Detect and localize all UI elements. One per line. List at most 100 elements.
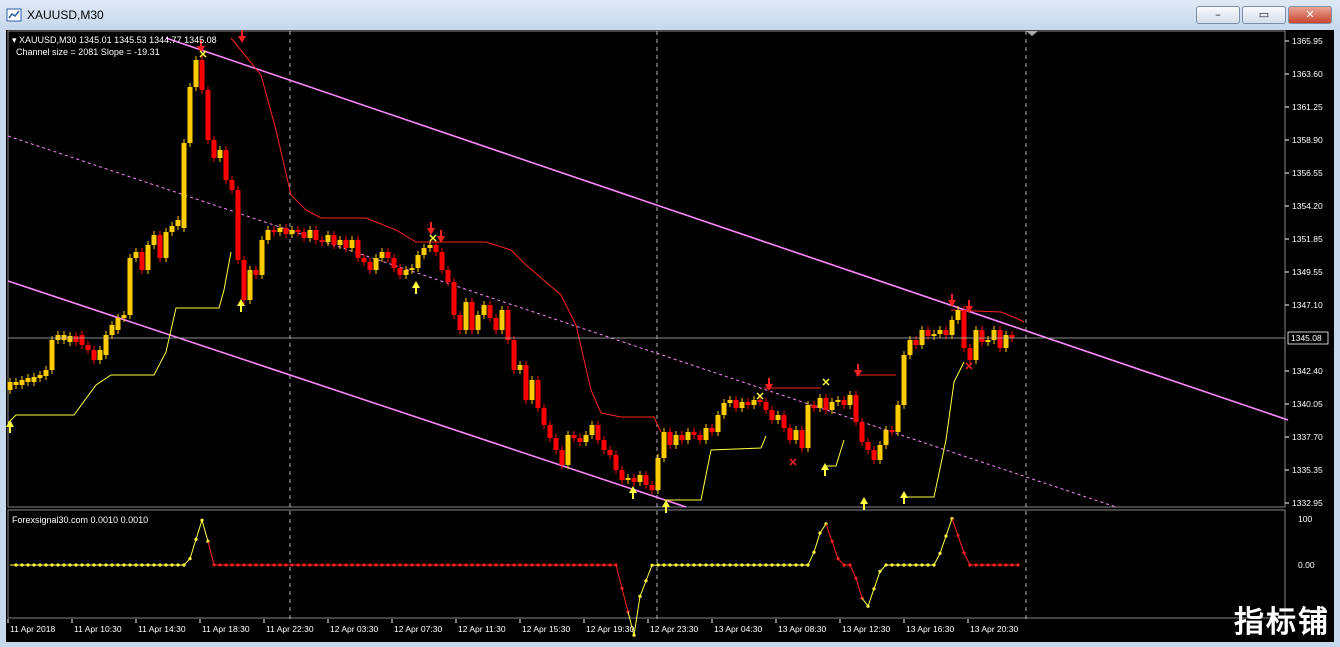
candle-body — [481, 305, 487, 315]
candle-body — [127, 258, 133, 315]
candle-body — [331, 235, 337, 245]
trail-upper-line — [230, 37, 662, 433]
candle-body — [799, 430, 805, 448]
candle-body — [133, 252, 139, 258]
candle-body — [679, 435, 685, 440]
exit-cross-icon — [965, 362, 973, 370]
candle-body — [823, 398, 829, 410]
chart-shift-marker-icon[interactable] — [1026, 31, 1038, 36]
price-axis-label: 1356.55 — [1292, 168, 1323, 178]
price-axis-label: 1354.20 — [1292, 201, 1323, 211]
candle-body — [577, 438, 583, 442]
candle-body — [871, 450, 877, 460]
candle-body — [901, 355, 907, 405]
candle-body — [847, 395, 853, 405]
time-axis-label: 13 Apr 16:30 — [906, 624, 954, 634]
price-axis-label: 1351.85 — [1292, 234, 1323, 244]
candle-body — [253, 270, 259, 275]
candle-body — [235, 190, 241, 260]
candle-body — [673, 435, 679, 445]
candle-body — [91, 350, 97, 360]
buy-arrow-icon — [821, 463, 829, 476]
candle-body — [955, 310, 961, 320]
time-axis-label: 12 Apr 19:30 — [586, 624, 634, 634]
candle-body — [523, 365, 529, 400]
candle-body — [943, 330, 949, 335]
candle-body — [793, 430, 799, 440]
candle-body — [979, 330, 985, 342]
sell-arrow-icon — [437, 230, 445, 243]
candle-body — [373, 258, 379, 270]
window-title: XAUUSD,M30 — [27, 8, 104, 22]
price-axis-label: 1347.10 — [1292, 300, 1323, 310]
time-axis-label: 13 Apr 12:30 — [842, 624, 890, 634]
candle-body — [607, 450, 613, 455]
candle-body — [559, 450, 565, 465]
candle-body — [733, 400, 739, 408]
candle-body — [721, 403, 727, 415]
minimize-button[interactable]: – — [1196, 6, 1240, 24]
price-chart[interactable]: ▾ XAUUSD,M30 1345.01 1345.53 1344.77 134… — [6, 30, 1334, 642]
candle-body — [517, 365, 523, 370]
candle-body — [685, 432, 691, 440]
price-axis: 1365.95 1363.60 1361.25 1358.90 1356.55 1354.… — [1285, 36, 1323, 508]
candle-body — [919, 330, 925, 345]
time-axis-label: 12 Apr 03:30 — [330, 624, 378, 634]
candle-body — [835, 400, 841, 402]
candle-body — [97, 350, 103, 360]
candle-body — [217, 150, 223, 158]
oscillator-segment — [933, 553, 941, 566]
candle-body — [319, 240, 325, 242]
candle-body — [505, 310, 511, 340]
restore-button[interactable]: ▭ — [1242, 6, 1286, 24]
candle-body — [187, 87, 193, 143]
candle-body — [259, 240, 265, 275]
trail-lower-line-2 — [664, 435, 767, 501]
price-axis-label: 1340.05 — [1292, 399, 1323, 409]
oscillator-group — [10, 517, 1020, 637]
candle-body — [43, 370, 49, 376]
candle-body — [463, 302, 469, 330]
oscillator-segment — [207, 541, 215, 565]
candle-body — [475, 315, 481, 330]
candle-body — [775, 415, 781, 420]
candle-body — [571, 435, 577, 438]
sell-arrow-icon — [427, 222, 435, 235]
candle-body — [883, 430, 889, 445]
oscillator-segment — [189, 539, 197, 559]
candle-body — [211, 140, 217, 158]
candle-body — [739, 402, 745, 408]
oscillator-segment — [819, 523, 827, 534]
close-button[interactable]: ✕ — [1288, 6, 1332, 24]
candle-body — [313, 230, 319, 240]
candle-body — [193, 60, 199, 87]
candle-body — [913, 340, 919, 345]
signal-arrows — [6, 30, 973, 513]
candle-body — [727, 400, 733, 403]
window-titlebar[interactable]: XAUUSD,M30 – ▭ ✕ — [0, 0, 1340, 30]
channel-upper-line — [165, 37, 1289, 421]
candle-body — [493, 318, 499, 330]
candle-body — [337, 240, 343, 245]
candle-body — [889, 430, 895, 432]
candle-body — [349, 240, 355, 248]
collapse-triangle-icon[interactable]: ▾ — [12, 35, 19, 45]
buy-arrow-icon — [900, 491, 908, 504]
candle-body — [499, 310, 505, 330]
candle-body — [355, 240, 361, 258]
sell-arrow-icon — [238, 30, 246, 43]
candle-body — [991, 330, 997, 340]
oscillator-segment — [807, 551, 815, 566]
chart-area[interactable]: ▾ XAUUSD,M30 1345.01 1345.53 1344.77 134… — [6, 30, 1334, 642]
main-panel-border — [7, 30, 1286, 508]
candle-body — [73, 336, 79, 342]
close-icon: ✕ — [1305, 8, 1315, 21]
time-axis-label: 13 Apr 20:30 — [970, 624, 1018, 634]
candle-body — [199, 60, 205, 90]
price-axis-label: 1337.70 — [1292, 432, 1323, 442]
exit-cross-icon — [789, 458, 797, 466]
candle-body — [343, 240, 349, 248]
time-axis-label: 11 Apr 18:30 — [202, 624, 250, 634]
candle-body — [949, 320, 955, 335]
candle-body — [655, 458, 661, 490]
